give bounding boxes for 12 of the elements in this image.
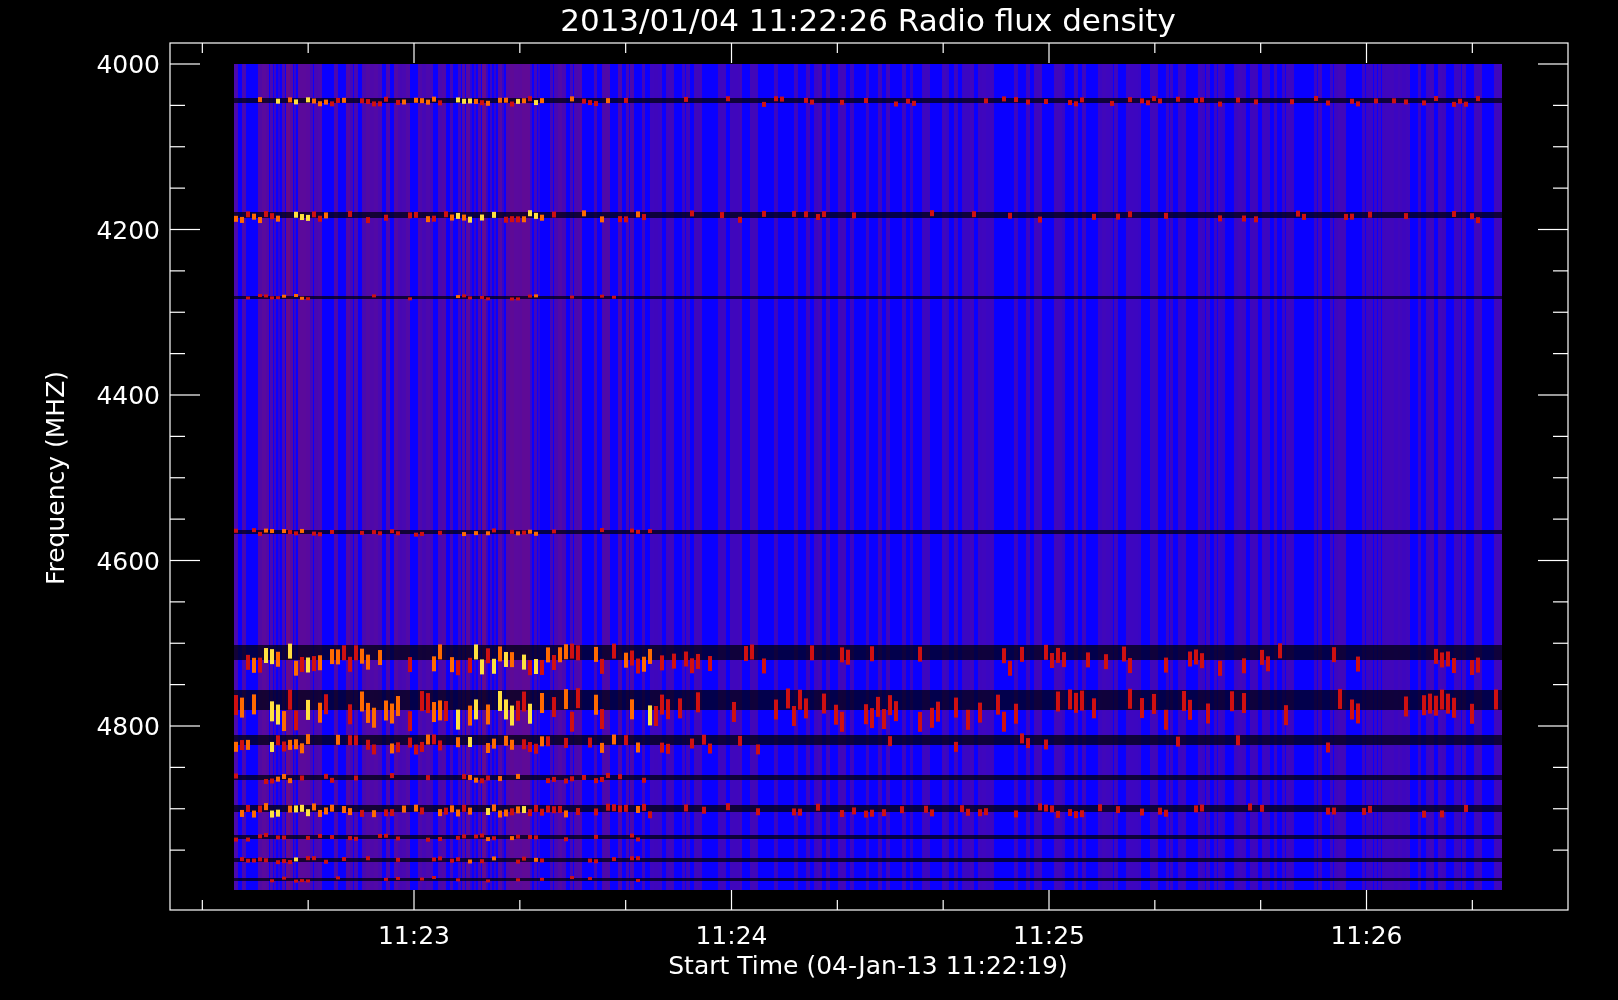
x-axis-label: Start Time (04-Jan-13 11:22:19) xyxy=(668,951,1068,980)
y-tick-label: 4600 xyxy=(96,546,160,576)
x-tick-label: 11:26 xyxy=(1330,921,1403,950)
x-tick-label: 11:23 xyxy=(378,921,450,950)
x-tick-label: 11:25 xyxy=(1013,921,1085,950)
y-axis-label: Frequency (MHZ) xyxy=(41,370,70,586)
y-tick-label: 4400 xyxy=(96,381,160,410)
y-tick-label: 4000 xyxy=(96,50,160,79)
x-tick-label: 11:24 xyxy=(695,921,768,950)
chart-title: 2013/01/04 11:22:26 Radio flux density xyxy=(560,2,1176,38)
y-tick-label: 4200 xyxy=(96,215,160,245)
y-tick-label: 4800 xyxy=(96,712,160,741)
